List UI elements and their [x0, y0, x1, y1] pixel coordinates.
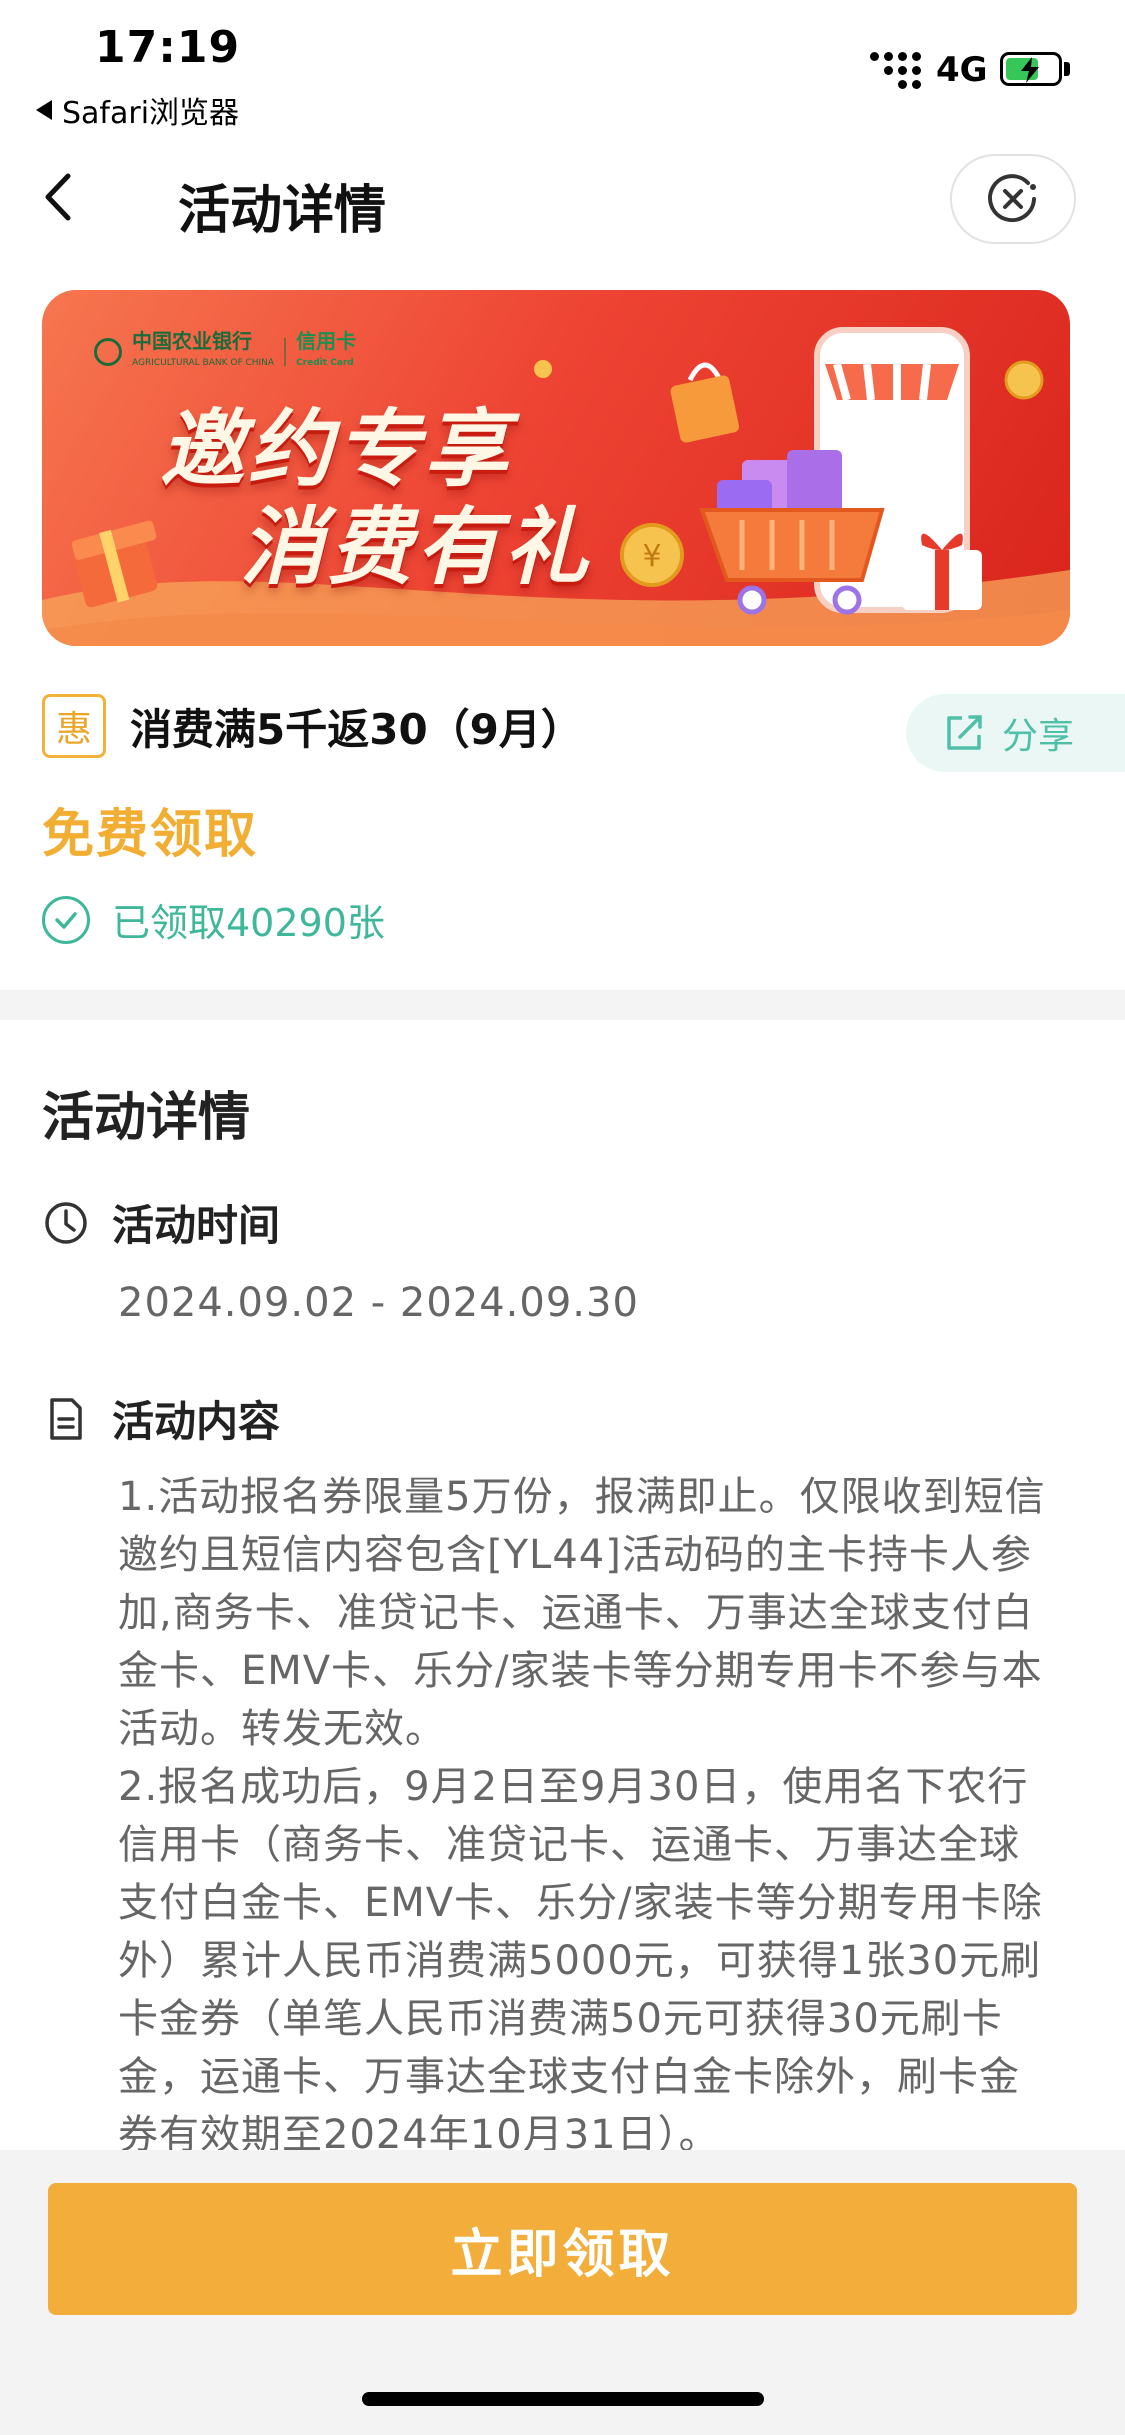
claimed-text: 已领取40290张 [112, 901, 385, 945]
rule-paragraph: 2.报名成功后，9月2日至9月30日，使用名下农行信用卡（商务卡、准贷记卡、运通… [118, 1764, 1043, 2158]
status-time: 17:19 [95, 22, 241, 73]
page-title: 活动详情 [178, 181, 387, 241]
svg-text:¥: ¥ [642, 539, 661, 574]
share-icon [947, 715, 982, 750]
coin-icon [534, 360, 552, 378]
rule-paragraph: 1.活动报名券限量5万份，报满即止。仅限收到短信邀约且短信内容包含[YL44]活… [118, 1474, 1046, 1752]
close-icon [988, 174, 1036, 223]
details-section-title: 活动详情 [42, 1088, 251, 1148]
promo-banner[interactable]: 中国农业银行 AGRICULTURAL BANK OF CHINA 信用卡 Cr… [42, 290, 1070, 646]
battery-cap [1064, 62, 1070, 76]
activity-date-range: 2024.09.02 - 2024.09.30 [118, 1280, 639, 1326]
back-to-app-link[interactable]: Safari浏览器 [36, 88, 239, 132]
activity-time-label: 活动时间 [112, 1201, 281, 1250]
share-button[interactable]: 分享 [906, 694, 1125, 772]
claimed-count: 已领取40290张 [42, 892, 385, 947]
check-circle-icon [42, 895, 90, 944]
back-button[interactable] [40, 172, 80, 222]
bank-name: 中国农业银行 [132, 329, 252, 353]
coin-icon: ¥ [620, 523, 684, 587]
activity-content-label: 活动内容 [112, 1397, 281, 1446]
price-label: 免费领取 [42, 805, 259, 865]
card-label: 信用卡 [296, 329, 357, 353]
clock-icon [45, 1201, 87, 1244]
share-label: 分享 [1002, 716, 1075, 757]
claim-now-button[interactable]: 立即领取 [48, 2183, 1077, 2315]
section-divider [0, 990, 1125, 1020]
activity-content-header: 活动内容 [42, 1388, 280, 1449]
network-type: 4G [936, 50, 988, 90]
back-triangle-icon [36, 100, 52, 120]
gift-box-icon [71, 520, 158, 608]
card-label-en: Credit Card [296, 358, 354, 368]
activity-time-header: 活动时间 [42, 1192, 280, 1253]
coin-icon [1004, 360, 1044, 400]
abc-logo-icon [94, 338, 122, 366]
bank-name-en: AGRICULTURAL BANK OF CHINA [132, 358, 275, 368]
back-app-label: Safari浏览器 [62, 96, 240, 131]
activity-content-text: 1.活动报名券限量5万份，报满即止。仅限收到短信邀约且短信内容包含[YL44]活… [118, 1468, 1058, 2164]
gift-box-icon [902, 533, 982, 610]
discount-badge: 惠 [42, 694, 106, 758]
home-indicator[interactable] [362, 2392, 764, 2406]
coupon-title: 消费满5千返30（9月） [130, 705, 583, 754]
bank-logo: 中国农业银行 AGRICULTURAL BANK OF CHINA 信用卡 Cr… [94, 330, 356, 374]
banner-headline-2: 消费有礼 [240, 498, 593, 596]
close-button[interactable] [950, 154, 1076, 244]
battery-icon [1000, 52, 1062, 86]
document-icon [50, 1397, 82, 1440]
cellular-signal-icon [870, 52, 921, 89]
shopping-bag-icon [670, 362, 740, 443]
chevron-left-icon [45, 173, 71, 221]
shopping-cart-icon [699, 450, 885, 615]
